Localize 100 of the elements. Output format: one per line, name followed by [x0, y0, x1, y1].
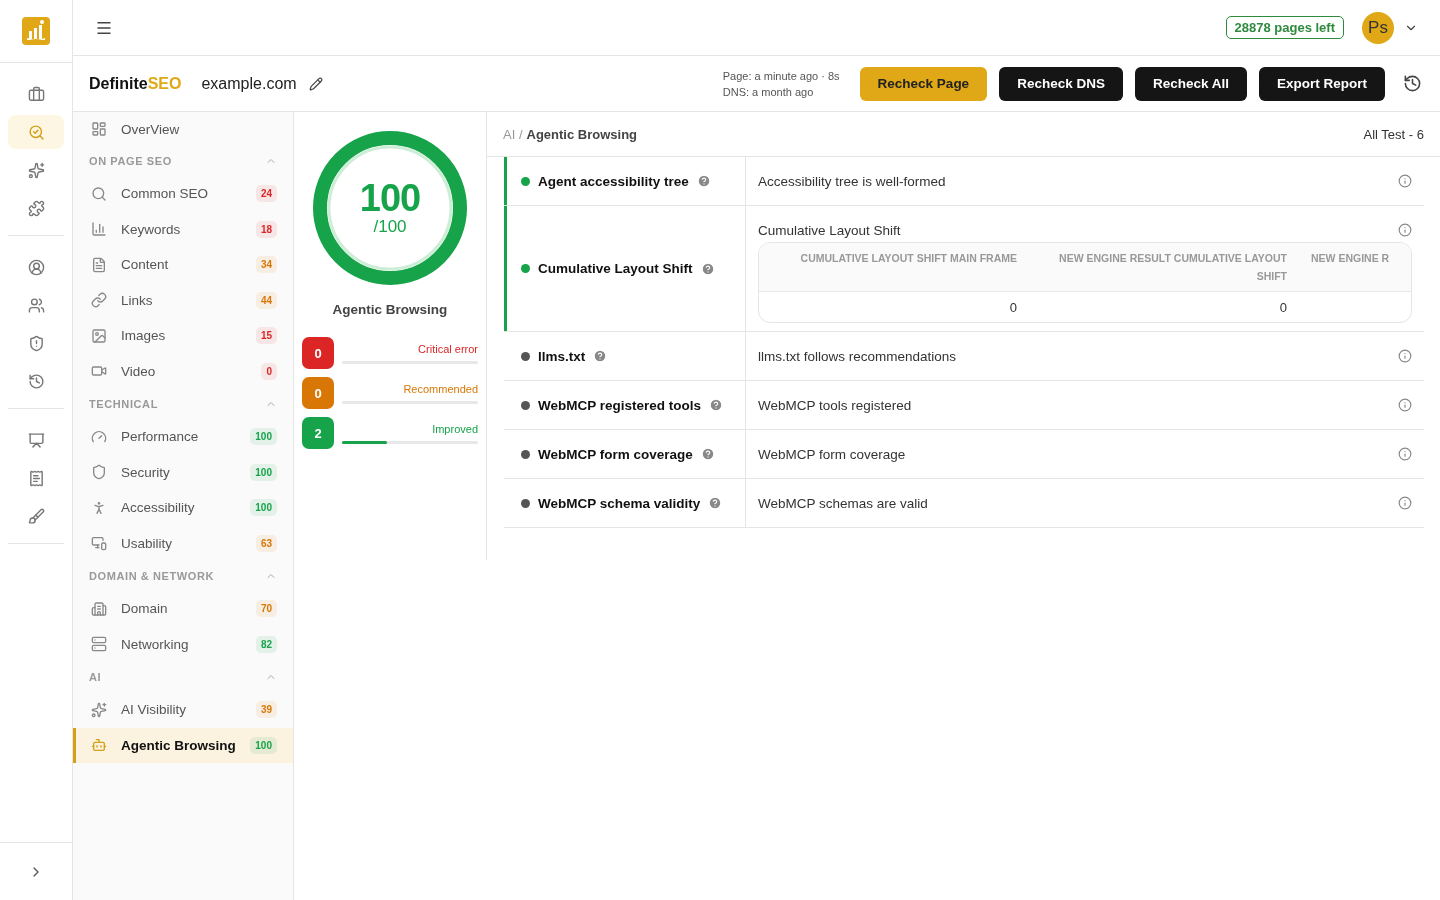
test-name: llms.txt [538, 348, 586, 364]
domain-name: example.com [201, 74, 297, 93]
dashboard-icon [91, 121, 107, 137]
info-icon[interactable] [1398, 349, 1412, 363]
brush-icon[interactable] [27, 507, 45, 525]
bar-chart-icon [91, 221, 107, 238]
check-timestamp: DNS: a month ago [722, 85, 815, 98]
puzzle-icon[interactable] [27, 199, 45, 217]
server-icon [91, 636, 107, 653]
board-icon[interactable] [27, 431, 45, 449]
sidebar-item[interactable]: Accessibility 100 [73, 490, 293, 526]
help-icon[interactable] [708, 496, 723, 510]
sidebar-item[interactable]: Keywords 18 [73, 211, 293, 247]
history-icon[interactable] [1403, 74, 1422, 93]
count-badge: 39 [255, 701, 277, 719]
logo-icon [22, 17, 50, 45]
help-icon[interactable] [700, 447, 715, 461]
sidebar-item[interactable]: Video 0 [73, 353, 293, 389]
search-icon[interactable] [27, 123, 45, 141]
test-name: Cumulative Layout Shift [538, 261, 693, 276]
sidebar-item[interactable]: Performance 100 [73, 419, 293, 455]
test-name: WebMCP schema validity [538, 495, 701, 511]
sidebar-item[interactable]: OverView [73, 112, 293, 146]
section-title: TECHNICAL [89, 398, 158, 410]
rail-button[interactable] [8, 115, 64, 149]
test-result: llms.txt follows recommendations [758, 348, 957, 364]
users-icon[interactable] [27, 296, 45, 314]
count-badge: 100 [250, 499, 277, 517]
help-icon[interactable] [709, 398, 724, 412]
help-icon[interactable] [593, 349, 608, 363]
info-icon[interactable] [1398, 496, 1412, 510]
count-label: Improved [432, 422, 478, 435]
sidebar-item[interactable]: Networking 82 [73, 626, 293, 662]
sparkles-icon [91, 701, 107, 718]
sidebar-item[interactable]: Security 100 [73, 454, 293, 490]
sidebar-item[interactable]: Agentic Browsing 100 [73, 727, 293, 763]
help-icon[interactable] [696, 174, 711, 188]
breadcrumb-current: Agentic Browsing [526, 126, 639, 142]
user-icon[interactable] [27, 258, 45, 276]
count-badge: 100 [250, 428, 277, 446]
pencil-icon[interactable] [308, 76, 323, 91]
sidebar-item[interactable]: Domain 70 [73, 591, 293, 627]
test-result: Cumulative Layout Shift [758, 222, 901, 238]
count-badge: 0 [302, 377, 334, 409]
receipt-icon[interactable] [27, 469, 45, 487]
history-icon[interactable] [27, 372, 45, 390]
sidebar-item[interactable]: Content 34 [73, 247, 293, 283]
info-icon[interactable] [1398, 223, 1412, 237]
action-button[interactable]: Export Report [1259, 66, 1385, 101]
sidebar-item[interactable]: Links 44 [73, 282, 293, 318]
building-icon [91, 600, 107, 617]
column-header: NEW ENGINE R [1310, 251, 1391, 266]
score-title: Agentic Browsing [332, 302, 448, 317]
section-title: ON PAGE SEO [89, 155, 172, 167]
devices-icon [91, 535, 107, 552]
action-button[interactable]: Recheck DNS [999, 66, 1123, 101]
column-header: NEW ENGINE RESULT CUMULATIVE LAYOUT SHIFT [1058, 251, 1288, 284]
info-icon[interactable] [1398, 398, 1412, 412]
sparkles-icon[interactable] [27, 161, 45, 179]
sidebar-item[interactable]: Common SEO 24 [73, 176, 293, 212]
count-badge: 24 [255, 185, 277, 203]
document-icon [91, 256, 107, 273]
shield-icon [91, 464, 107, 481]
count-badge: 0 [261, 362, 277, 380]
action-button[interactable]: Recheck Page [859, 66, 988, 101]
check-timestamp: Page: a minute ago · 8s [722, 69, 840, 82]
count-badge: 0 [302, 337, 334, 369]
count-badge: 34 [255, 256, 277, 274]
briefcase-icon[interactable] [27, 85, 45, 103]
sidebar-item[interactable]: Usability 63 [73, 525, 293, 561]
pages-left-badge: 28878 pages left [1225, 16, 1344, 39]
person-icon [91, 499, 107, 516]
count-badge: 18 [255, 220, 277, 238]
link-icon [91, 292, 107, 309]
sidebar-item[interactable]: AI Visibility 39 [73, 692, 293, 728]
user-avatar[interactable]: Ps [1362, 11, 1394, 44]
count-badge: 2 [302, 417, 334, 449]
test-result: WebMCP schemas are valid [758, 495, 928, 511]
table-cell-text: 0 [1278, 299, 1288, 315]
info-icon[interactable] [1398, 174, 1412, 188]
test-result: WebMCP form coverage [758, 446, 906, 462]
info-icon[interactable] [1398, 447, 1412, 461]
robot-icon [91, 737, 107, 754]
test-count: All Test - 6 [1363, 126, 1424, 142]
search-icon [91, 185, 107, 202]
score-max: /100 [373, 217, 407, 237]
test-name: WebMCP registered tools [538, 397, 702, 413]
help-icon[interactable] [700, 261, 715, 276]
shield-icon[interactable] [27, 334, 45, 352]
column-header: CUMULATIVE LAYOUT SHIFT MAIN FRAME [799, 251, 1018, 266]
test-name: WebMCP form coverage [538, 446, 693, 462]
score-value: 100 [359, 179, 421, 217]
count-label: Critical error [418, 342, 478, 355]
brand-name: DefiniteSEO [89, 74, 182, 93]
count-label: Recommended [403, 382, 478, 395]
action-button[interactable]: Recheck All [1134, 66, 1247, 101]
section-title: AI [89, 671, 102, 683]
test-result: WebMCP tools registered [758, 397, 912, 413]
section-title: DOMAIN & NETWORK [89, 570, 215, 582]
sidebar-item[interactable]: Images 15 [73, 318, 293, 354]
